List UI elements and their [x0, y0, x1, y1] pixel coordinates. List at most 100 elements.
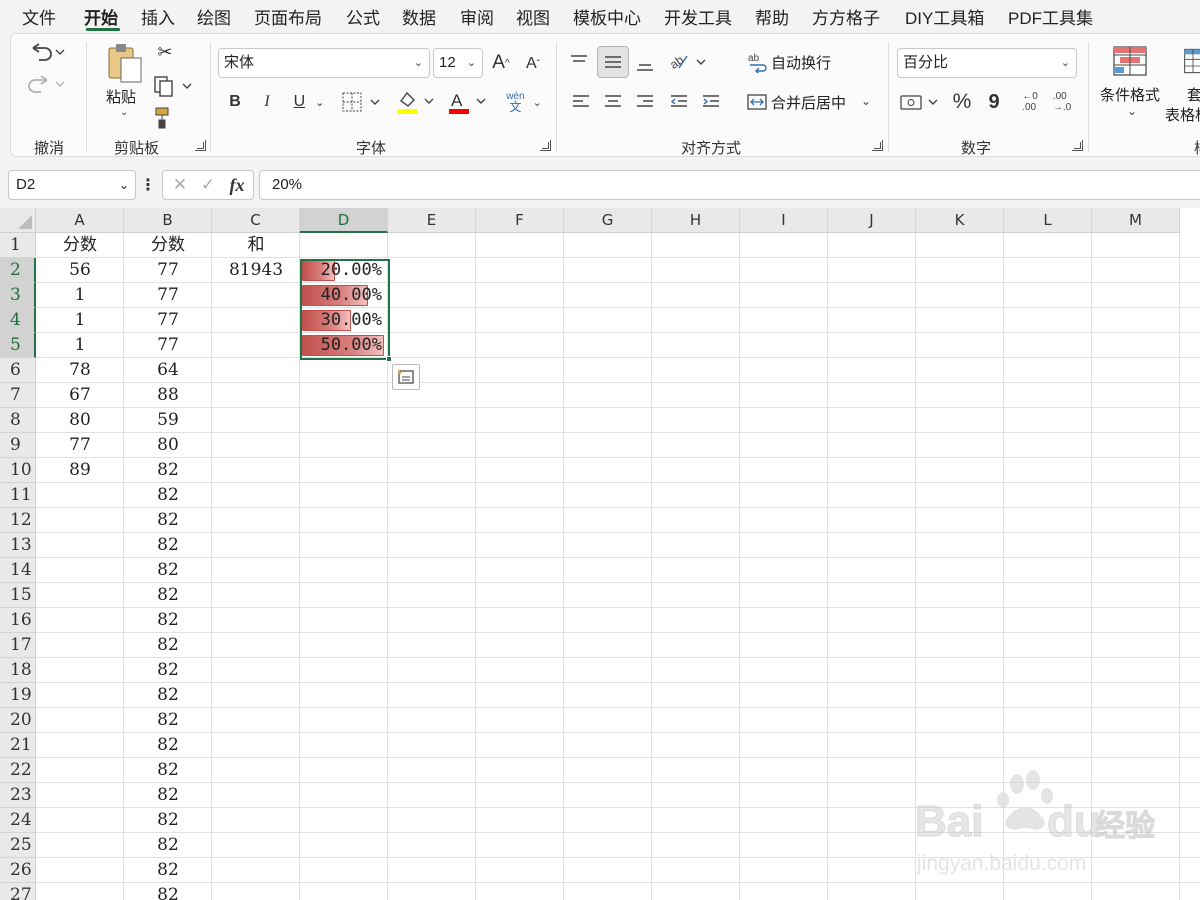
menu-tab-13[interactable]: DIY工具箱 [905, 4, 984, 29]
number-launcher-icon[interactable] [1072, 140, 1083, 151]
merge-center-button[interactable]: 合并后居中 [771, 92, 846, 113]
column-header-j[interactable]: J [828, 208, 916, 233]
cell-a4[interactable]: 1 [36, 308, 124, 333]
cell-b3[interactable]: 77 [124, 283, 212, 308]
redo-icon[interactable] [25, 72, 65, 96]
paste-button[interactable]: 粘贴 [106, 86, 136, 107]
column-header-a[interactable]: A [36, 208, 124, 233]
menu-tab-8[interactable]: 视图 [516, 4, 550, 29]
font-color-icon[interactable]: A [447, 89, 489, 115]
conditional-format-icon[interactable] [1111, 44, 1149, 78]
decrease-indent-icon[interactable] [667, 90, 691, 114]
border-icon[interactable] [341, 90, 383, 114]
row-header-20[interactable]: 20 [0, 708, 36, 733]
wrap-text-icon[interactable]: ab [747, 50, 769, 74]
underline-button[interactable]: U ⌄ [289, 90, 329, 114]
cell-a5[interactable]: 1 [36, 333, 124, 358]
menu-tab-1[interactable]: 开始 [84, 4, 118, 29]
align-bottom-icon[interactable] [633, 52, 657, 76]
cell-b23[interactable]: 82 [124, 783, 212, 808]
enter-icon[interactable]: ✓ [197, 174, 219, 196]
column-header-k[interactable]: K [916, 208, 1004, 233]
bold-button[interactable]: B [225, 90, 245, 114]
cell-b12[interactable]: 82 [124, 508, 212, 533]
fill-color-icon[interactable] [395, 89, 437, 115]
row-header-27[interactable]: 27 [0, 883, 36, 900]
increase-decimal-icon[interactable]: ←0.00 [1017, 88, 1043, 116]
row-header-14[interactable]: 14 [0, 558, 36, 583]
merge-dropdown-icon[interactable]: ⌄ [861, 94, 871, 108]
wrap-text-button[interactable]: 自动换行 [771, 52, 831, 73]
column-header-e[interactable]: E [388, 208, 476, 233]
font-size-select[interactable]: 12 ⌄ [433, 48, 483, 78]
paste-dropdown-icon[interactable]: ⌄ [120, 107, 128, 118]
cell-b22[interactable]: 82 [124, 758, 212, 783]
increase-indent-icon[interactable] [699, 90, 723, 114]
cell-c1[interactable]: 和 [212, 233, 300, 258]
row-header-9[interactable]: 9 [0, 433, 36, 458]
percent-style-button[interactable]: % [949, 89, 975, 115]
comma-style-button[interactable]: 9 [983, 89, 1005, 115]
number-format-select[interactable]: 百分比 ⌄ [897, 48, 1077, 78]
clipboard-launcher-icon[interactable] [195, 140, 206, 151]
cell-b1[interactable]: 分数 [124, 233, 212, 258]
cell-b5[interactable]: 77 [124, 333, 212, 358]
cell-b27[interactable]: 82 [124, 883, 212, 900]
cell-a1[interactable]: 分数 [36, 233, 124, 258]
menu-tab-14[interactable]: PDF工具集 [1008, 4, 1093, 29]
name-box[interactable]: D2 ⌄ [8, 170, 136, 200]
insert-function-icon[interactable]: fx [225, 173, 249, 197]
cell-a9[interactable]: 77 [36, 433, 124, 458]
cell-b17[interactable]: 82 [124, 633, 212, 658]
cell-a7[interactable]: 67 [36, 383, 124, 408]
decrease-decimal-icon[interactable]: .00 →.0 [1049, 88, 1075, 116]
cell-b16[interactable]: 82 [124, 608, 212, 633]
cell-b21[interactable]: 82 [124, 733, 212, 758]
cell-b24[interactable]: 82 [124, 808, 212, 833]
row-header-22[interactable]: 22 [0, 758, 36, 783]
menu-tab-5[interactable]: 公式 [346, 4, 380, 29]
row-header-15[interactable]: 15 [0, 583, 36, 608]
row-header-18[interactable]: 18 [0, 658, 36, 683]
cell-b15[interactable]: 82 [124, 583, 212, 608]
cell-b13[interactable]: 82 [124, 533, 212, 558]
undo-icon[interactable] [25, 40, 65, 64]
cell-a6[interactable]: 78 [36, 358, 124, 383]
cell-b20[interactable]: 82 [124, 708, 212, 733]
fill-handle[interactable] [386, 356, 392, 362]
align-middle-icon[interactable] [597, 46, 629, 78]
cell-c2[interactable]: 81943 [212, 258, 300, 283]
row-header-23[interactable]: 23 [0, 783, 36, 808]
cell-a3[interactable]: 1 [36, 283, 124, 308]
menu-tab-12[interactable]: 方方格子 [812, 4, 880, 29]
menu-tab-3[interactable]: 绘图 [197, 4, 231, 29]
row-header-25[interactable]: 25 [0, 833, 36, 858]
phonetic-guide-icon[interactable]: wén 文 ⌄ [500, 88, 548, 116]
row-header-4[interactable]: 4 [0, 308, 36, 333]
column-header-c[interactable]: C [212, 208, 300, 233]
quick-analysis-icon[interactable] [392, 364, 420, 390]
grow-font-icon[interactable]: A ^ [489, 50, 513, 76]
orientation-icon[interactable]: ab [667, 50, 709, 74]
menu-tab-10[interactable]: 开发工具 [664, 4, 732, 29]
cell-a2[interactable]: 56 [36, 258, 124, 283]
cell-b11[interactable]: 82 [124, 483, 212, 508]
conditional-format-dropdown-icon[interactable]: ⌄ [1127, 104, 1137, 118]
column-header-b[interactable]: B [124, 208, 212, 233]
alignment-launcher-icon[interactable] [872, 140, 883, 151]
accounting-format-icon[interactable] [899, 90, 941, 114]
row-header-19[interactable]: 19 [0, 683, 36, 708]
row-header-8[interactable]: 8 [0, 408, 36, 433]
menu-tab-0[interactable]: 文件 [22, 4, 56, 29]
format-as-table-button[interactable]: 表格格 [1165, 104, 1200, 125]
column-header-d[interactable]: D [300, 208, 388, 233]
cell-a8[interactable]: 80 [36, 408, 124, 433]
cell-b9[interactable]: 80 [124, 433, 212, 458]
cell-b2[interactable]: 77 [124, 258, 212, 283]
row-header-21[interactable]: 21 [0, 733, 36, 758]
cut-icon[interactable]: ✂ [153, 40, 177, 64]
row-header-16[interactable]: 16 [0, 608, 36, 633]
menu-tab-6[interactable]: 数据 [402, 4, 436, 29]
menu-tab-7[interactable]: 审阅 [460, 4, 494, 29]
row-header-7[interactable]: 7 [0, 383, 36, 408]
